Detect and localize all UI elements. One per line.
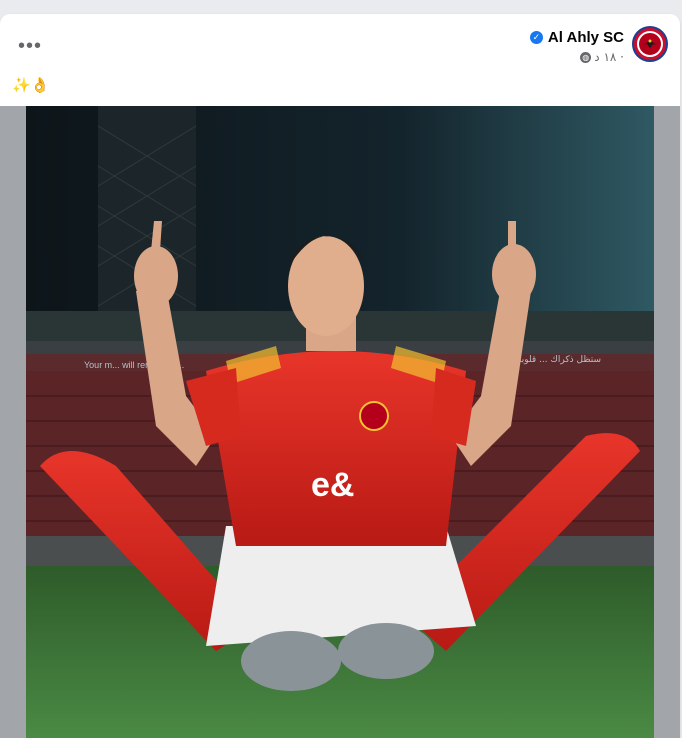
post-meta: ✓ Al Ahly SC ◍ ١٨ د · bbox=[529, 26, 624, 64]
club-crest-icon bbox=[637, 31, 663, 57]
photo-container: Your m... will remain in ... ستظل ذكراك … bbox=[0, 106, 680, 738]
page-name-link[interactable]: Al Ahly SC bbox=[548, 29, 624, 46]
post-timestamp[interactable]: ١٨ د · bbox=[594, 50, 624, 64]
verified-badge-icon: ✓ bbox=[529, 31, 543, 44]
name-row: ✓ Al Ahly SC bbox=[529, 29, 624, 46]
globe-icon: ◍ bbox=[580, 51, 592, 63]
more-options-button[interactable]: ••• bbox=[14, 36, 46, 56]
page-avatar[interactable] bbox=[632, 26, 668, 62]
post-header: ✓ Al Ahly SC ◍ ١٨ د · bbox=[529, 26, 668, 64]
sponsor-mark: e& bbox=[311, 466, 354, 504]
post-text: ✨👌 bbox=[12, 76, 50, 94]
photo-illustration: Your m... will remain in ... ستظل ذكراك … bbox=[26, 106, 654, 738]
post-photo[interactable]: Your m... will remain in ... ستظل ذكراك … bbox=[26, 106, 654, 738]
post-subtitle: ◍ ١٨ د · bbox=[530, 50, 624, 64]
post-card: ••• ✓ Al Ahly SC ◍ ١٨ د · ✨👌 Your m... w… bbox=[0, 14, 680, 738]
